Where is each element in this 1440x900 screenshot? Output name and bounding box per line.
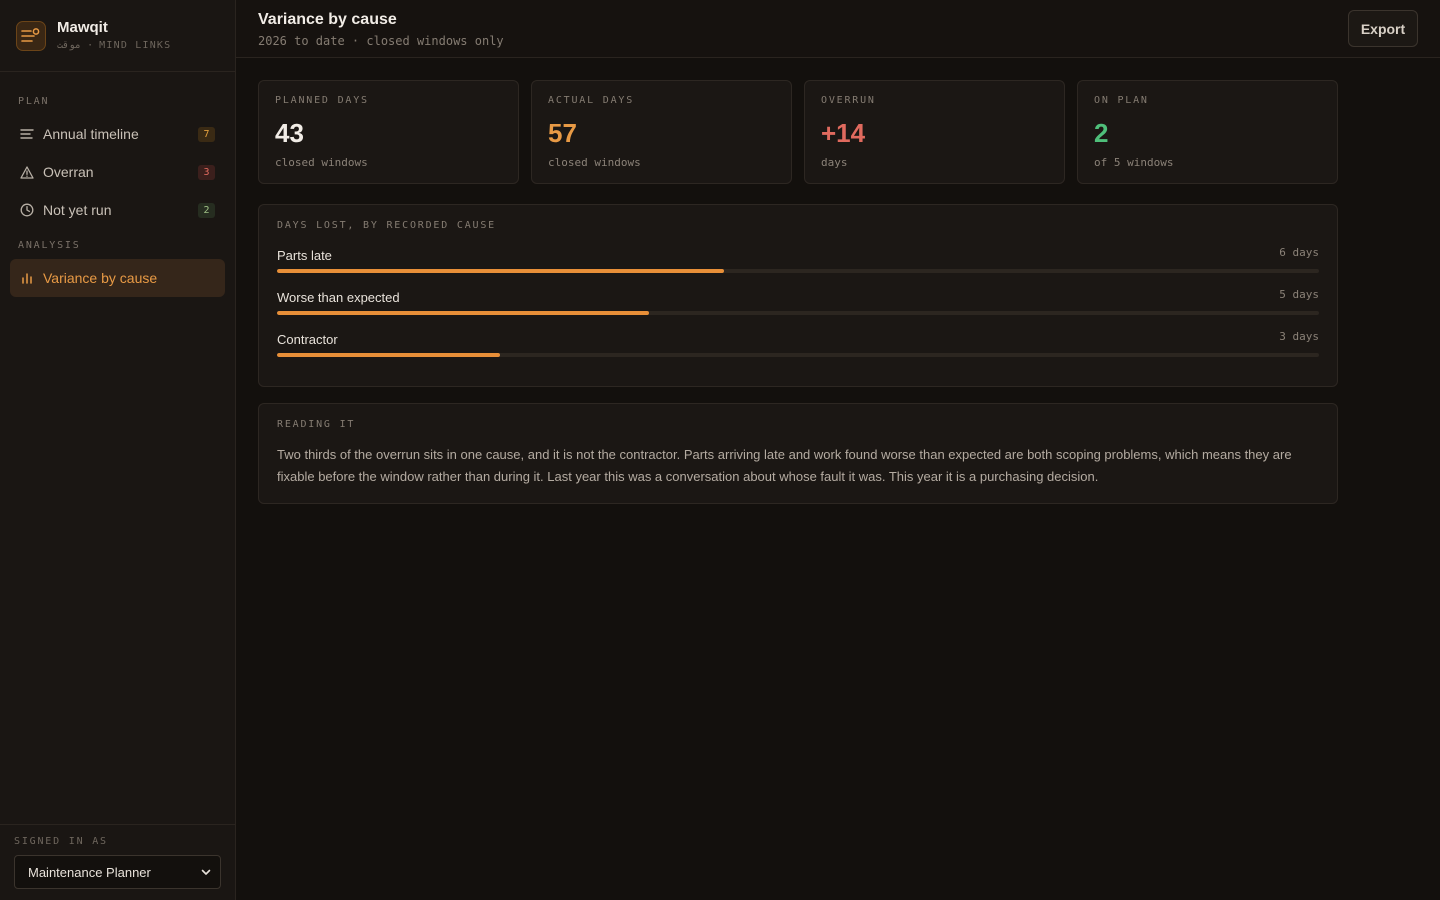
stat-label: ON PLAN [1094, 95, 1149, 106]
sidebar-item-variance-by-cause[interactable]: Variance by cause [10, 259, 225, 297]
sidebar-item-label: Variance by cause [43, 270, 158, 286]
cause-bar-fill [277, 353, 501, 357]
app-subtitle: موقت · MIND LINKS [57, 40, 172, 51]
stat-note: of 5 windows [1094, 156, 1174, 169]
cause-bar-fill [277, 269, 724, 273]
cause-name: Parts late [277, 248, 332, 263]
stat-label: PLANNED DAYS [275, 95, 369, 106]
stat-card-on-plan: ON PLAN 2 of 5 windows [1077, 80, 1338, 184]
app-name: Mawqit [57, 19, 108, 36]
stat-label: ACTUAL DAYS [548, 95, 635, 106]
cause-row: Worse than expected 5 days [277, 288, 1319, 326]
stat-value: 2 [1094, 118, 1109, 148]
sidebar-item-label: Not yet run [43, 202, 112, 218]
bar-chart-icon [19, 270, 35, 286]
sidebar: Mawqit موقت · MIND LINKS PLAN Annual tim… [0, 0, 236, 900]
stat-note: closed windows [275, 156, 368, 169]
stat-value: +14 [821, 118, 866, 148]
cause-name: Worse than expected [277, 290, 400, 305]
page-header: Variance by cause 2026 to date · closed … [236, 0, 1440, 58]
count-badge: 3 [198, 164, 215, 180]
cause-name: Contractor [277, 332, 338, 347]
export-button[interactable]: Export [1348, 10, 1418, 47]
section-label-analysis: ANALYSIS [18, 240, 81, 251]
clock-icon [19, 202, 35, 218]
warning-icon [19, 164, 35, 180]
reading-title: READING IT [277, 419, 356, 430]
brand: Mawqit موقت · MIND LINKS [0, 0, 235, 72]
sidebar-item-label: Overran [43, 164, 94, 180]
stat-value: 57 [548, 118, 577, 148]
cause-days: 5 days [1279, 288, 1319, 301]
role-select-value: Maintenance Planner [28, 864, 151, 880]
section-label-plan: PLAN [18, 96, 50, 107]
timeline-icon [19, 126, 35, 142]
cause-row: Contractor 3 days [277, 330, 1319, 368]
cause-days: 3 days [1279, 330, 1319, 343]
stat-note: days [821, 156, 848, 169]
cause-bar-track [277, 311, 1319, 315]
stat-card-overrun: OVERRUN +14 days [804, 80, 1065, 184]
sidebar-item-overran[interactable]: Overran 3 [10, 155, 225, 189]
sidebar-item-annual-timeline[interactable]: Annual timeline 7 [10, 117, 225, 151]
count-badge: 2 [198, 202, 215, 218]
cause-bar-track [277, 353, 1319, 357]
cause-bar-fill [277, 311, 650, 315]
days-lost-title: DAYS LOST, BY RECORDED CAUSE [277, 220, 496, 231]
count-badge: 7 [198, 126, 215, 142]
stat-value: 43 [275, 118, 304, 148]
role-select[interactable]: Maintenance Planner [14, 855, 221, 889]
stat-note: closed windows [548, 156, 641, 169]
sidebar-item-label: Annual timeline [43, 126, 139, 142]
signed-in-panel: SIGNED IN AS Maintenance Planner [0, 824, 235, 900]
app-logo-icon [16, 20, 46, 51]
reading-text: Two thirds of the overrun sits in one ca… [277, 447, 1292, 484]
stat-card-actual-days: ACTUAL DAYS 57 closed windows [531, 80, 792, 184]
reading-panel: READING IT Two thirds of the overrun sit… [258, 403, 1338, 504]
signed-in-label: SIGNED IN AS [14, 836, 108, 847]
cause-row: Parts late 6 days [277, 246, 1319, 284]
cause-days: 6 days [1279, 246, 1319, 259]
page-title: Variance by cause [258, 11, 397, 28]
stat-card-planned-days: PLANNED DAYS 43 closed windows [258, 80, 519, 184]
chevron-down-icon [200, 866, 212, 881]
page-subtitle: 2026 to date · closed windows only [258, 34, 504, 48]
cause-bar-track [277, 269, 1319, 273]
days-lost-panel: DAYS LOST, BY RECORDED CAUSE Parts late … [258, 204, 1338, 387]
stat-label: OVERRUN [821, 95, 876, 106]
sidebar-item-not-yet-run[interactable]: Not yet run 2 [10, 193, 225, 227]
